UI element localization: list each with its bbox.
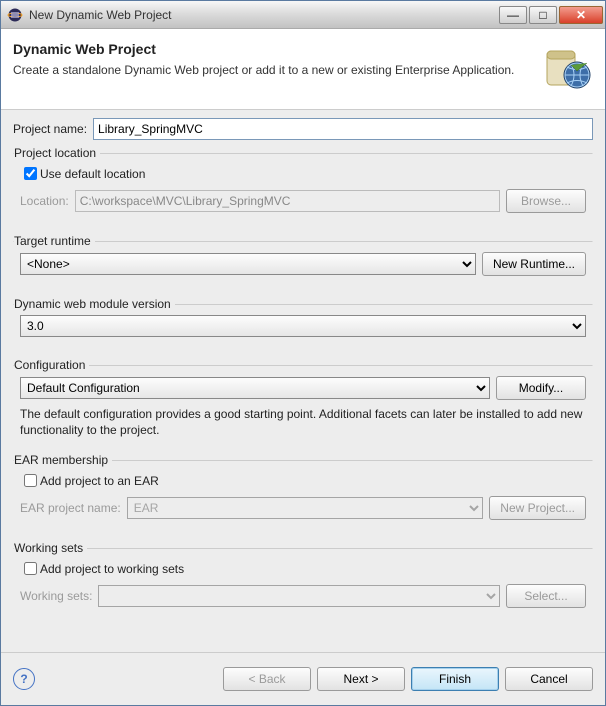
window-controls: — □ ✕ xyxy=(497,6,603,24)
working-sets-legend: Working sets xyxy=(14,541,87,555)
window-title: New Dynamic Web Project xyxy=(29,8,497,22)
configuration-group: Configuration Default Configuration Modi… xyxy=(13,358,593,449)
ear-membership-group: EAR membership Add project to an EAR EAR… xyxy=(13,453,593,537)
maximize-button[interactable]: □ xyxy=(529,6,557,24)
dialog-window: New Dynamic Web Project — □ ✕ Dynamic We… xyxy=(0,0,606,706)
minimize-button[interactable]: — xyxy=(499,6,527,24)
eclipse-icon xyxy=(7,7,23,23)
close-button[interactable]: ✕ xyxy=(559,6,603,24)
add-to-ear-label: Add project to an EAR xyxy=(40,474,159,488)
location-label: Location: xyxy=(20,194,69,208)
banner-description: Create a standalone Dynamic Web project … xyxy=(13,63,537,77)
use-default-location-checkbox[interactable] xyxy=(24,167,37,180)
cancel-button[interactable]: Cancel xyxy=(505,667,593,691)
ear-project-name-label: EAR project name: xyxy=(20,501,121,515)
content-area: Project name: Project location Use defau… xyxy=(1,110,605,652)
new-ear-project-button: New Project... xyxy=(489,496,586,520)
add-to-ear-checkbox[interactable] xyxy=(24,474,37,487)
close-icon: ✕ xyxy=(576,8,586,22)
add-to-working-sets-checkbox[interactable] xyxy=(24,562,37,575)
ear-membership-legend: EAR membership xyxy=(14,453,112,467)
target-runtime-legend: Target runtime xyxy=(14,234,95,248)
next-button[interactable]: Next > xyxy=(317,667,405,691)
web-module-version-group: Dynamic web module version 3.0 xyxy=(13,297,593,354)
project-name-input[interactable] xyxy=(93,118,593,140)
configuration-description: The default configuration provides a goo… xyxy=(20,406,586,438)
new-runtime-button[interactable]: New Runtime... xyxy=(482,252,586,276)
working-sets-label: Working sets: xyxy=(20,589,92,603)
help-button[interactable]: ? xyxy=(13,668,35,690)
configuration-select[interactable]: Default Configuration xyxy=(20,377,490,399)
location-input xyxy=(75,190,500,212)
select-working-sets-button: Select... xyxy=(506,584,586,608)
working-sets-select xyxy=(98,585,500,607)
wizard-icon xyxy=(537,39,593,95)
banner: Dynamic Web Project Create a standalone … xyxy=(1,29,605,110)
minimize-icon: — xyxy=(507,8,519,22)
configuration-legend: Configuration xyxy=(14,358,89,372)
footer: ? < Back Next > Finish Cancel xyxy=(1,652,605,705)
target-runtime-select[interactable]: <None> xyxy=(20,253,476,275)
back-button: < Back xyxy=(223,667,311,691)
add-to-working-sets-label: Add project to working sets xyxy=(40,562,184,576)
project-location-legend: Project location xyxy=(14,146,100,160)
banner-heading: Dynamic Web Project xyxy=(13,41,537,57)
use-default-location-label: Use default location xyxy=(40,167,145,181)
help-icon: ? xyxy=(20,672,27,686)
project-location-group: Project location Use default location Lo… xyxy=(13,146,593,230)
web-module-version-select[interactable]: 3.0 xyxy=(20,315,586,337)
finish-button[interactable]: Finish xyxy=(411,667,499,691)
web-module-version-legend: Dynamic web module version xyxy=(14,297,175,311)
modify-button[interactable]: Modify... xyxy=(496,376,586,400)
browse-button: Browse... xyxy=(506,189,586,213)
target-runtime-group: Target runtime <None> New Runtime... xyxy=(13,234,593,293)
maximize-icon: □ xyxy=(539,8,546,22)
titlebar[interactable]: New Dynamic Web Project — □ ✕ xyxy=(1,1,605,29)
project-name-label: Project name: xyxy=(13,122,87,136)
ear-project-name-select: EAR xyxy=(127,497,484,519)
working-sets-group: Working sets Add project to working sets… xyxy=(13,541,593,625)
